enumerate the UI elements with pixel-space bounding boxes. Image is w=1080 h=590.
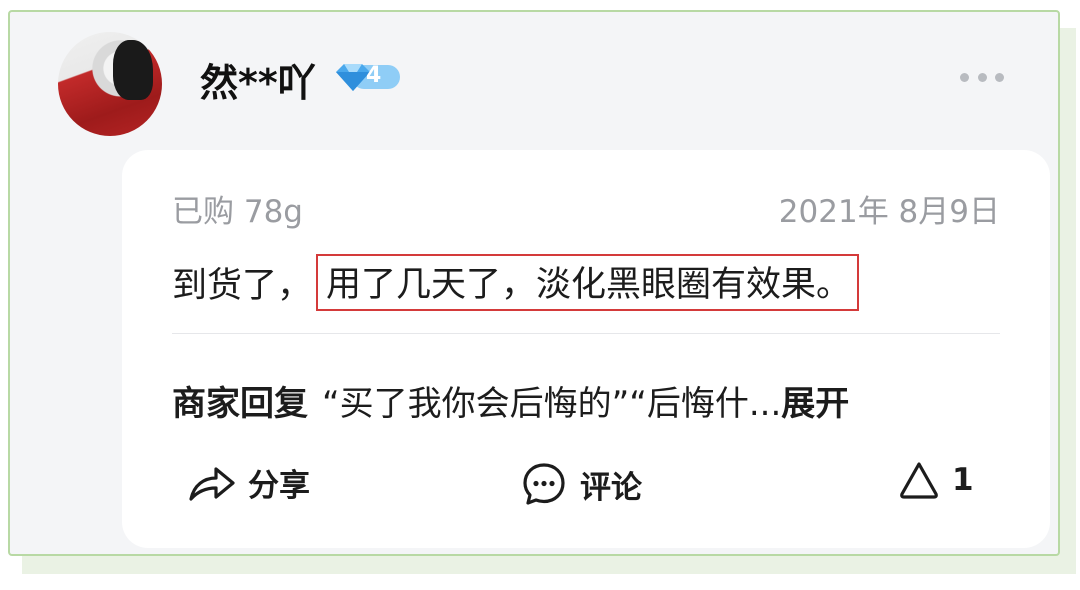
- like-button[interactable]: 1: [898, 460, 974, 500]
- expand-button[interactable]: 展开: [781, 384, 849, 424]
- action-bar: 分享 评论 1: [122, 460, 1050, 516]
- merchant-reply-label: 商家回复: [172, 384, 308, 424]
- more-options-icon[interactable]: [960, 70, 1004, 84]
- dot: [995, 72, 1004, 82]
- comment-label: 评论: [580, 469, 642, 506]
- dot: [977, 72, 987, 82]
- review-text: 到货了， 用了几天了，淡化黑眼圈有效果。: [172, 254, 860, 311]
- comment-button[interactable]: 评论: [520, 460, 642, 508]
- avatar-hair: [113, 40, 153, 100]
- share-icon: [189, 466, 235, 501]
- review-date: 2021年 8月9日: [778, 194, 1000, 230]
- share-button[interactable]: 分享: [188, 460, 310, 505]
- avatar[interactable]: [58, 32, 162, 136]
- review-card: 然**吖 4 已购 78g 2021年 8月9日 到货了， 用了几天了，淡化黑眼…: [8, 10, 1060, 556]
- comment-icon: [523, 463, 565, 505]
- like-triangle-icon: [900, 462, 938, 499]
- level-number: 4: [366, 63, 382, 88]
- purchase-info: 已购 78g: [172, 194, 303, 230]
- like-count: 1: [952, 462, 974, 498]
- review-text-highlight: 用了几天了，淡化黑眼圈有效果。: [316, 254, 860, 311]
- dot: [960, 72, 969, 82]
- divider: [172, 333, 1000, 334]
- review-text-prefix: 到货了，: [172, 266, 313, 306]
- username[interactable]: 然**吖: [200, 52, 316, 107]
- share-label: 分享: [248, 468, 310, 504]
- merchant-reply-text: “买了我你会后悔的”“后悔什...: [322, 384, 782, 424]
- merchant-reply: 商家回复 “买了我你会后悔的”“后悔什...展开: [172, 376, 849, 425]
- review-body: 已购 78g 2021年 8月9日 到货了， 用了几天了，淡化黑眼圈有效果。 商…: [122, 150, 1050, 548]
